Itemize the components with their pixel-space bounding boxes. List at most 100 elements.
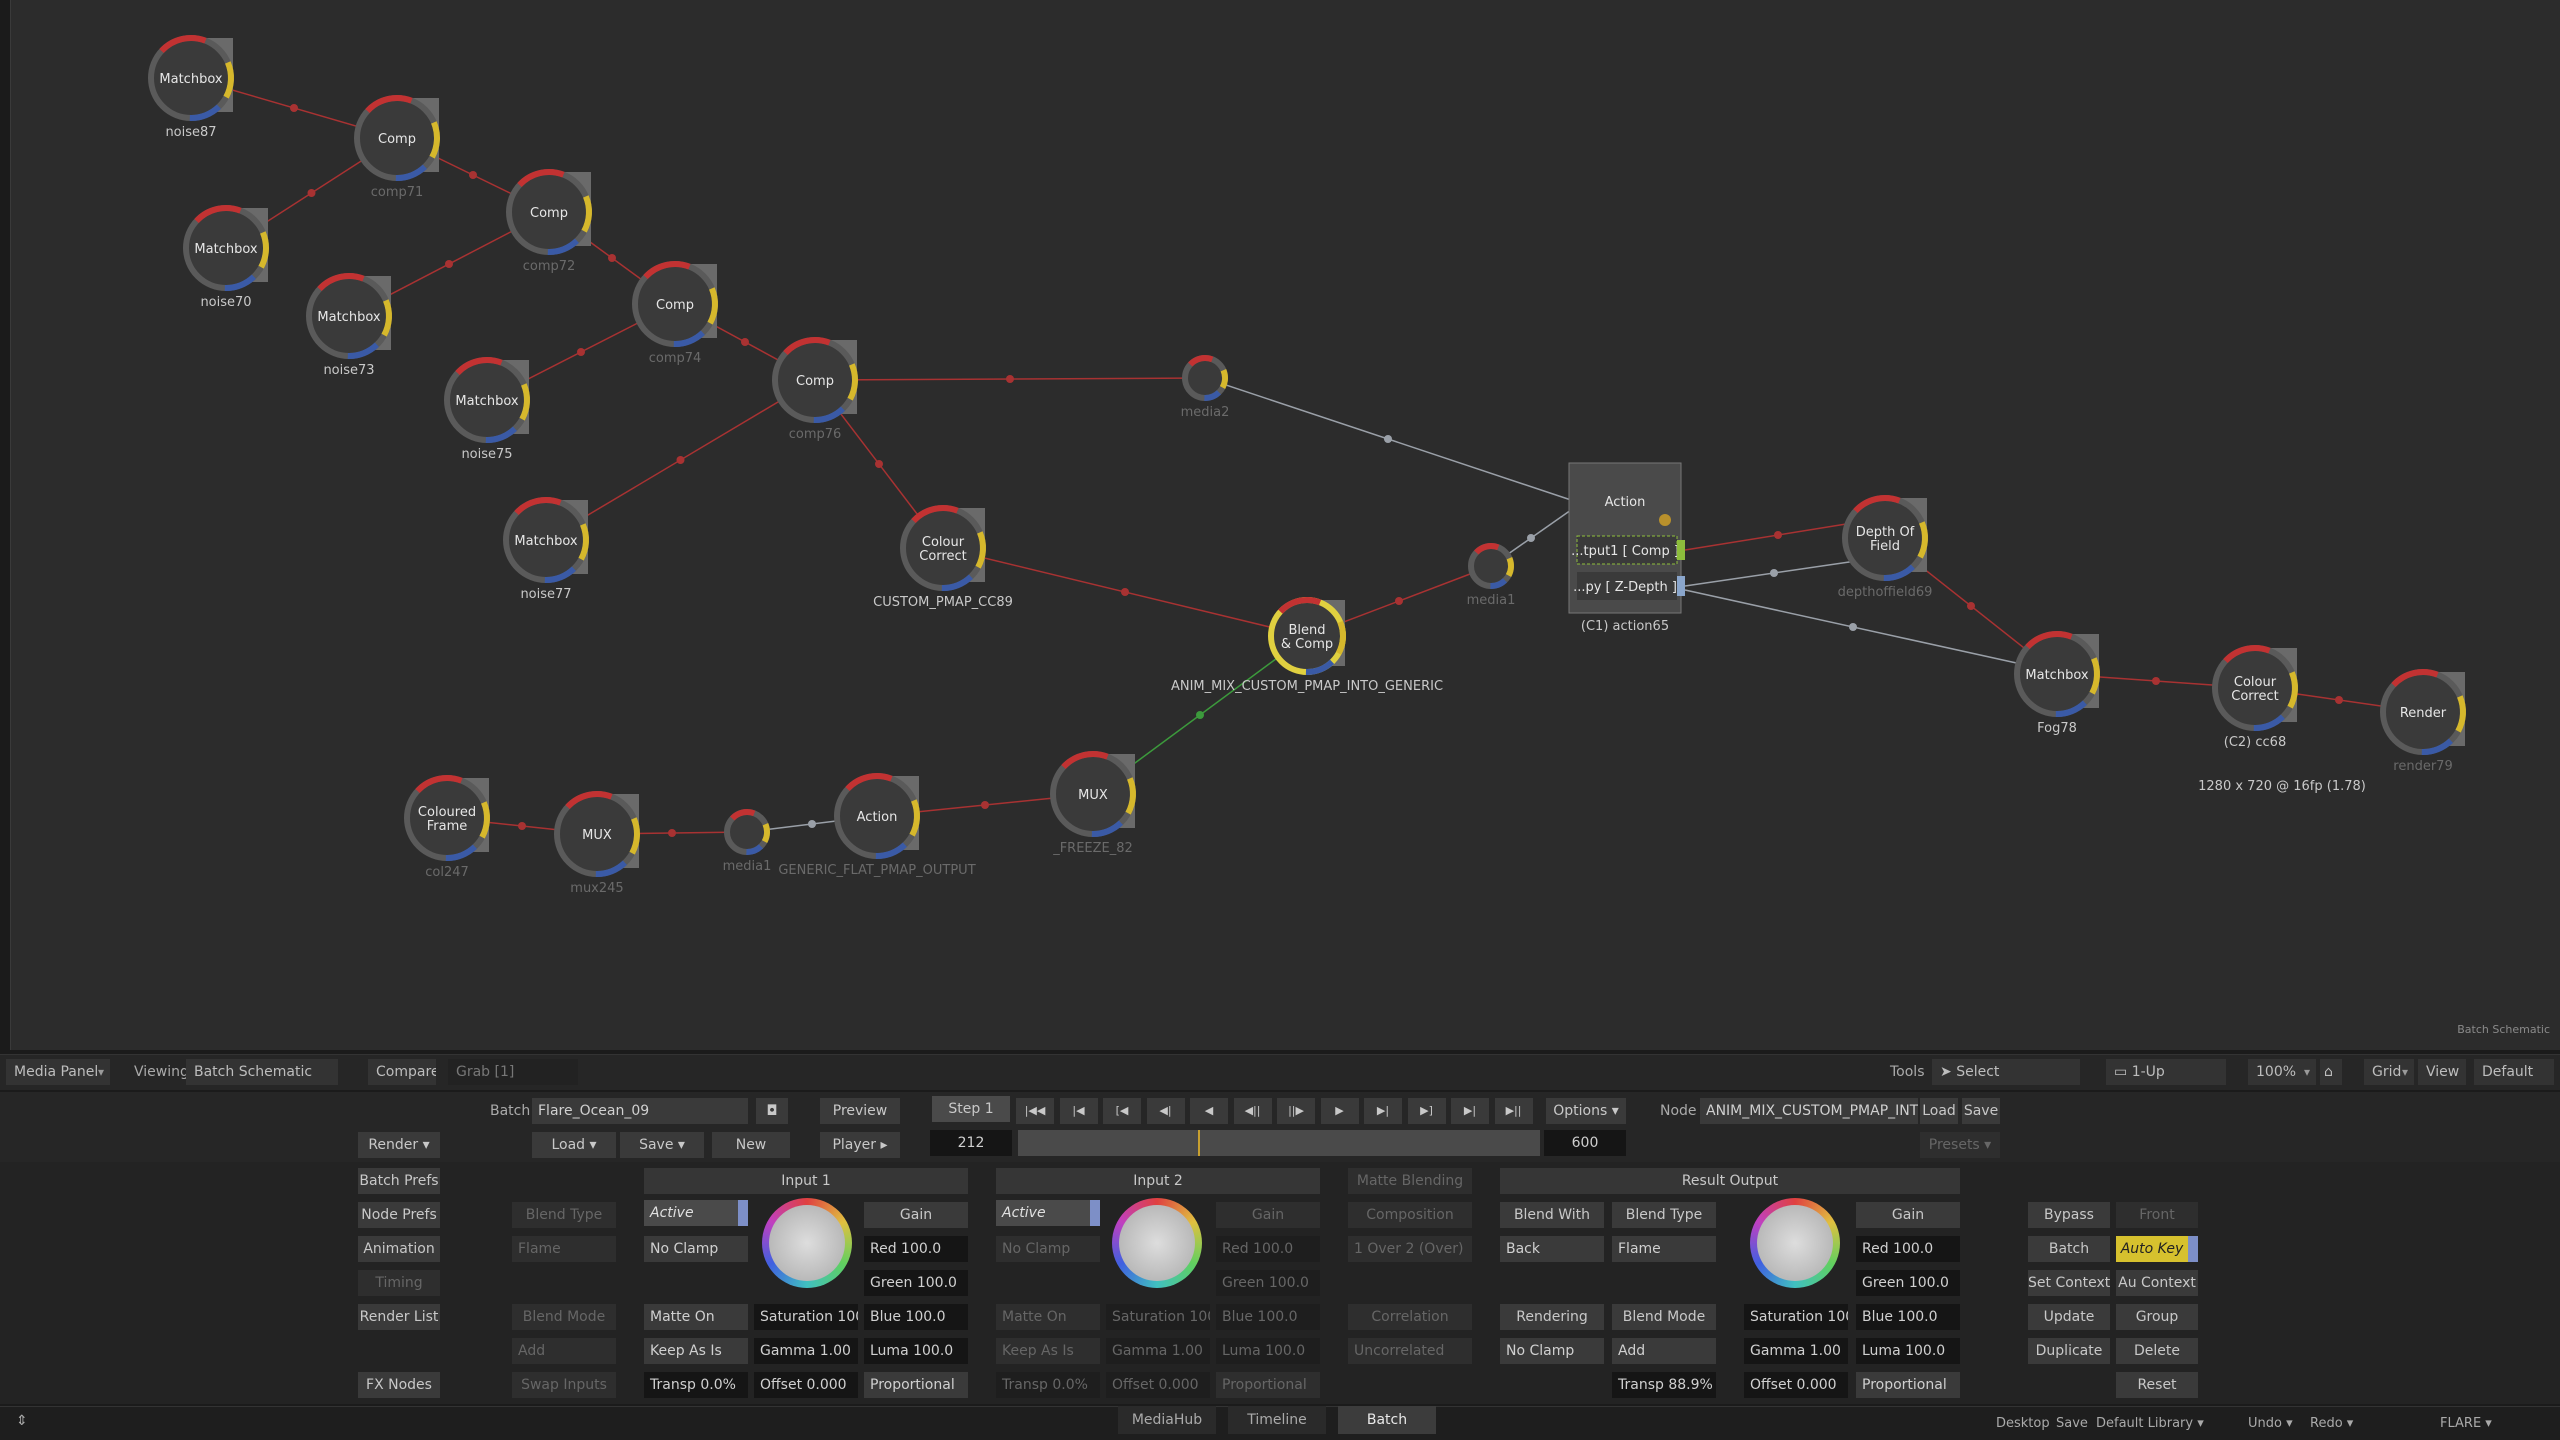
composition-field[interactable]: 1 Over 2 (Over) <box>1348 1236 1472 1262</box>
node-freeze[interactable]: MUX _FREEZE_82 <box>1050 751 1136 856</box>
node-media2[interactable]: media2 <box>1181 355 1230 420</box>
batch-button[interactable]: Batch <box>2028 1236 2110 1262</box>
bypass-button[interactable]: Bypass <box>2028 1202 2110 1228</box>
input2-offset-field[interactable]: Offset 0.000 <box>1106 1372 1210 1398</box>
frame-out-field[interactable]: 600 <box>1544 1130 1626 1156</box>
tab-batch[interactable]: Batch <box>1338 1406 1436 1434</box>
node-noise77[interactable]: Matchbox noise77 <box>503 497 589 602</box>
result-color-wheel[interactable] <box>1750 1198 1840 1288</box>
node-fog78[interactable]: Matchbox Fog78 <box>2014 631 2100 736</box>
input2-green-field[interactable]: Green 100.0 <box>1216 1270 1320 1296</box>
node-cc68[interactable]: ColourCorrect (C2) cc68 <box>2212 645 2298 750</box>
player-dropdown[interactable]: Player ▸ <box>820 1132 900 1158</box>
node-mux245[interactable]: MUX mux245 <box>554 791 640 896</box>
render-list-button[interactable]: Render List <box>358 1304 440 1330</box>
input1-green-field[interactable]: Green 100.0 <box>864 1270 968 1296</box>
node-save-button[interactable]: Save <box>1962 1098 2000 1124</box>
result-offset-field[interactable]: Offset 0.000 <box>1744 1372 1848 1398</box>
compare-button[interactable]: Compare <box>368 1059 436 1085</box>
footer-save-button[interactable]: Save <box>2056 1411 2088 1437</box>
action-input-1[interactable]: ...tput1 [ Comp ] <box>1571 544 1679 559</box>
zoom-dropdown[interactable]: 100% <box>2248 1059 2316 1085</box>
node-noise87[interactable]: Matchbox noise87 <box>148 35 234 140</box>
input2-proportional-field[interactable]: Proportional <box>1216 1372 1320 1398</box>
result-saturation-field[interactable]: Saturation 100. <box>1744 1304 1848 1330</box>
go-start-icon[interactable]: |◀◀ <box>1016 1098 1054 1124</box>
update-button[interactable]: Update <box>2028 1304 2110 1330</box>
reset-button[interactable]: Reset <box>2116 1372 2198 1398</box>
next-frame-icon[interactable]: ▶| <box>1364 1098 1402 1124</box>
input2-transp-field[interactable]: Transp 0.0% <box>996 1372 1100 1398</box>
tab-mediahub[interactable]: MediaHub <box>1118 1406 1216 1434</box>
delete-button[interactable]: Delete <box>2116 1338 2198 1364</box>
node-prefs-button[interactable]: Node Prefs <box>358 1202 440 1228</box>
node-comp74[interactable]: Comp comp74 <box>632 261 718 366</box>
input1-clamp-field[interactable]: No Clamp <box>644 1236 748 1262</box>
group-button[interactable]: Group <box>2116 1304 2198 1330</box>
node-noise70[interactable]: Matchbox noise70 <box>183 205 269 310</box>
batch-prefs-button[interactable]: Batch Prefs <box>358 1168 440 1194</box>
presets-dropdown[interactable]: Presets ▾ <box>1920 1132 2000 1158</box>
viewing-field[interactable]: Batch Schematic <box>186 1059 338 1085</box>
save-dropdown[interactable]: Save ▾ <box>620 1132 704 1158</box>
step-back-icon[interactable]: ◀|| <box>1233 1098 1272 1124</box>
play-icon[interactable]: ▶ <box>1320 1098 1359 1124</box>
node-media1a[interactable]: media1 <box>723 809 772 874</box>
input2-active-toggle[interactable]: Active <box>996 1200 1100 1226</box>
node-comp76[interactable]: Comp comp76 <box>772 337 858 442</box>
action-node[interactable]: Action ...tput1 [ Comp ] ...py [ Z-Depth… <box>1568 462 1685 634</box>
input1-red-field[interactable]: Red 100.0 <box>864 1236 968 1262</box>
expand-icon[interactable]: ⇕ <box>16 1413 28 1429</box>
undo-button[interactable]: Undo ▾ <box>2248 1411 2293 1437</box>
input2-keep-field[interactable]: Keep As Is <box>996 1338 1100 1364</box>
node-render79[interactable]: Render render79 <box>2380 669 2466 774</box>
preview-button[interactable]: Preview <box>820 1098 900 1124</box>
input2-blue-field[interactable]: Blue 100.0 <box>1216 1304 1320 1330</box>
swap-inputs-button[interactable]: Swap Inputs <box>512 1372 616 1398</box>
input2-red-field[interactable]: Red 100.0 <box>1216 1236 1320 1262</box>
mark-out-icon[interactable]: ▶] <box>1407 1098 1446 1124</box>
node-dof[interactable]: Depth OfField depthoffield69 <box>1838 495 1933 600</box>
node-comp71[interactable]: Comp comp71 <box>354 95 440 200</box>
timeline-scrubber[interactable] <box>1018 1130 1540 1156</box>
result-gamma-field[interactable]: Gamma 1.00 <box>1744 1338 1848 1364</box>
step-forward-icon[interactable]: ||▶ <box>1277 1098 1315 1124</box>
node-noise73[interactable]: Matchbox noise73 <box>306 273 392 378</box>
options-dropdown[interactable]: Options ▾ <box>1546 1098 1626 1124</box>
go-end-icon[interactable]: ▶|| <box>1494 1098 1533 1124</box>
input1-color-wheel[interactable] <box>762 1198 852 1288</box>
result-red-field[interactable]: Red 100.0 <box>1856 1236 1960 1262</box>
mark-in-icon[interactable]: [◀ <box>1103 1098 1141 1124</box>
media-panel-dropdown[interactable]: Media Panel <box>6 1059 110 1085</box>
library-dropdown[interactable]: Default Library ▾ <box>2096 1411 2236 1437</box>
node-media1b[interactable]: media1 <box>1467 543 1516 608</box>
result-luma-field[interactable]: Luma 100.0 <box>1856 1338 1960 1364</box>
timing-button[interactable]: Timing <box>358 1270 440 1296</box>
result-proportional-field[interactable]: Proportional <box>1856 1372 1960 1398</box>
node-cc89[interactable]: ColourCorrect CUSTOM_PMAP_CC89 <box>873 505 1013 610</box>
load-dropdown[interactable]: Load ▾ <box>532 1132 616 1158</box>
result-blend-type-field[interactable]: Flame <box>1612 1236 1716 1262</box>
input1-saturation-field[interactable]: Saturation 100. <box>754 1304 858 1330</box>
result-transp-field[interactable]: Transp 88.9% <box>1612 1372 1716 1398</box>
desktop-button[interactable]: Desktop <box>1996 1411 2050 1437</box>
camera-icon[interactable]: ◘ <box>756 1098 788 1124</box>
input1-gamma-field[interactable]: Gamma 1.00 <box>754 1338 858 1364</box>
schematic-graph[interactable]: Matchbox noise87 Comp comp71 Matchbox noise70… <box>11 0 2560 1050</box>
input2-matte-field[interactable]: Matte On <box>996 1304 1100 1330</box>
input1-luma-field[interactable]: Luma 100.0 <box>864 1338 968 1364</box>
blend-with-field[interactable]: Back <box>1500 1236 1604 1262</box>
input1-active-toggle[interactable]: Active <box>644 1200 748 1226</box>
input2-saturation-field[interactable]: Saturation 100. <box>1106 1304 1210 1330</box>
input1-transp-field[interactable]: Transp 0.0% <box>644 1372 748 1398</box>
home-icon[interactable]: ⌂ <box>2320 1059 2342 1085</box>
result-blend-mode-field[interactable]: Add <box>1612 1338 1716 1364</box>
view-button[interactable]: View <box>2418 1059 2466 1085</box>
input2-luma-field[interactable]: Luma 100.0 <box>1216 1338 1320 1364</box>
correlation-field[interactable]: Uncorrelated <box>1348 1338 1472 1364</box>
au-context-button[interactable]: Au Context <box>2116 1270 2198 1296</box>
batch-schematic[interactable]: Matchbox noise87 Comp comp71 Matchbox noise70… <box>10 0 2560 1050</box>
node-load-button[interactable]: Load <box>1920 1098 1958 1124</box>
node-noise75[interactable]: Matchbox noise75 <box>444 357 530 462</box>
blend-mode-field[interactable]: Add <box>512 1338 616 1364</box>
